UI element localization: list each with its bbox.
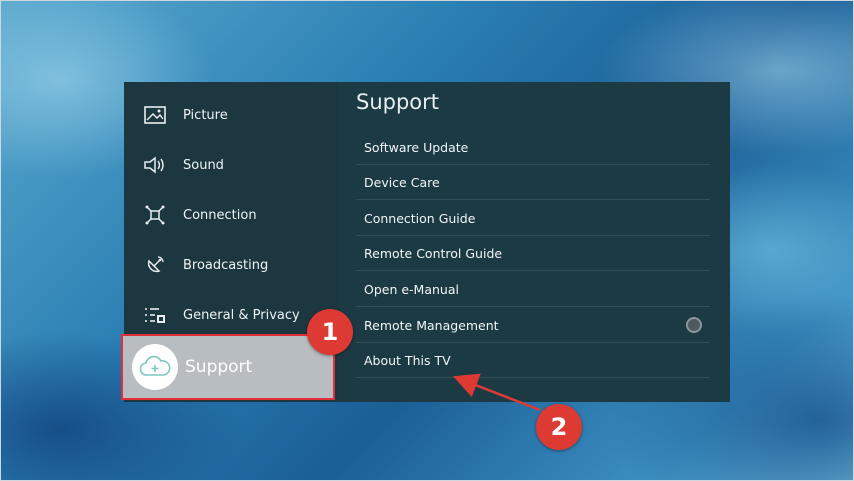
menu-item-label: About This TV	[364, 352, 451, 368]
nav-item-label: Picture	[183, 107, 228, 123]
menu-item-label: Device Care	[364, 174, 440, 190]
menu-item-remote-management[interactable]: Remote Management	[356, 308, 710, 343]
step-1-badge: 1	[307, 309, 353, 355]
menu-item-label: Software Update	[364, 139, 469, 155]
panel-title: Support	[356, 90, 440, 114]
nav-item-broadcasting[interactable]: Broadcasting	[124, 240, 338, 290]
menu-item-remote-control-guide[interactable]: Remote Control Guide	[356, 236, 710, 271]
general-privacy-icon	[142, 304, 168, 326]
picture-icon	[142, 104, 168, 126]
settings-category-list: Picture Sound Connection Broadcasting Ge	[121, 82, 338, 402]
menu-item-device-care[interactable]: Device Care	[356, 165, 710, 200]
sound-icon	[142, 154, 168, 176]
nav-item-label: Connection	[183, 207, 257, 223]
remote-management-toggle[interactable]	[686, 317, 702, 333]
nav-item-sound[interactable]: Sound	[124, 140, 338, 190]
tv-settings-menu: Picture Sound Connection Broadcasting Ge	[121, 82, 730, 402]
menu-item-label: Connection Guide	[364, 210, 476, 226]
menu-item-label: Open e-Manual	[364, 281, 459, 297]
support-submenu: Support Software Update Device Care Conn…	[338, 82, 730, 402]
nav-item-label: Broadcasting	[183, 257, 269, 273]
connection-icon	[142, 204, 168, 226]
nav-item-general-privacy[interactable]: General & Privacy	[124, 290, 338, 340]
menu-item-connection-guide[interactable]: Connection Guide	[356, 201, 710, 236]
step-2-badge: 2	[536, 404, 582, 450]
nav-item-picture[interactable]: Picture	[124, 90, 338, 140]
menu-item-about-this-tv[interactable]: About This TV	[356, 343, 710, 378]
menu-item-open-e-manual[interactable]: Open e-Manual	[356, 272, 710, 307]
nav-item-label: Sound	[183, 157, 224, 173]
nav-item-label: General & Privacy	[183, 307, 300, 323]
menu-item-label: Remote Management	[364, 317, 499, 333]
broadcasting-icon	[142, 254, 168, 276]
support-cloud-icon	[132, 344, 178, 390]
nav-item-connection[interactable]: Connection	[124, 190, 338, 240]
menu-item-software-update[interactable]: Software Update	[356, 130, 710, 165]
nav-item-label: Support	[185, 357, 253, 377]
nav-item-support[interactable]: Support	[121, 334, 335, 400]
menu-item-label: Remote Control Guide	[364, 245, 503, 261]
